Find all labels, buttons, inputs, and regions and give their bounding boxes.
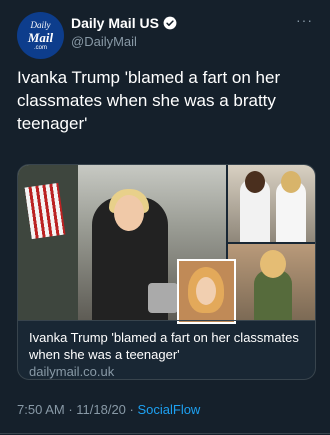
card-image-inset-portrait bbox=[177, 259, 236, 324]
tweet-date[interactable]: 11/18/20 bbox=[76, 402, 126, 417]
avatar[interactable]: Daily Mail .com bbox=[17, 12, 64, 59]
more-options-icon[interactable]: ··· bbox=[296, 12, 313, 28]
tweet-time[interactable]: 7:50 AM bbox=[17, 402, 65, 417]
card-text-area: Ivanka Trump 'blamed a fart on her class… bbox=[18, 320, 315, 379]
card-image-bottom-right bbox=[228, 244, 315, 320]
divider bbox=[0, 433, 330, 434]
card-title: Ivanka Trump 'blamed a fart on her class… bbox=[29, 330, 299, 362]
tweet-footer: 7:50 AM · 11/18/20 · SocialFlow bbox=[17, 402, 200, 417]
tweet-source-link[interactable]: SocialFlow bbox=[137, 402, 200, 417]
card-domain: dailymail.co.uk bbox=[29, 364, 115, 379]
verified-badge-icon bbox=[163, 16, 177, 30]
card-image-top-right bbox=[228, 165, 315, 242]
account-name-row[interactable]: Daily Mail US bbox=[71, 15, 177, 31]
display-name[interactable]: Daily Mail US bbox=[71, 15, 159, 31]
avatar-line-2: Mail bbox=[27, 29, 54, 45]
account-handle[interactable]: @DailyMail bbox=[71, 34, 137, 49]
footer-separator: · bbox=[64, 402, 77, 417]
tweet-text: Ivanka Trump 'blamed a fart on her class… bbox=[17, 68, 281, 133]
footer-separator: · bbox=[125, 402, 138, 417]
link-card[interactable]: Ivanka Trump 'blamed a fart on her class… bbox=[17, 164, 316, 380]
avatar-line-3: .com bbox=[33, 44, 47, 51]
avatar-line-1: Daily bbox=[30, 19, 51, 30]
